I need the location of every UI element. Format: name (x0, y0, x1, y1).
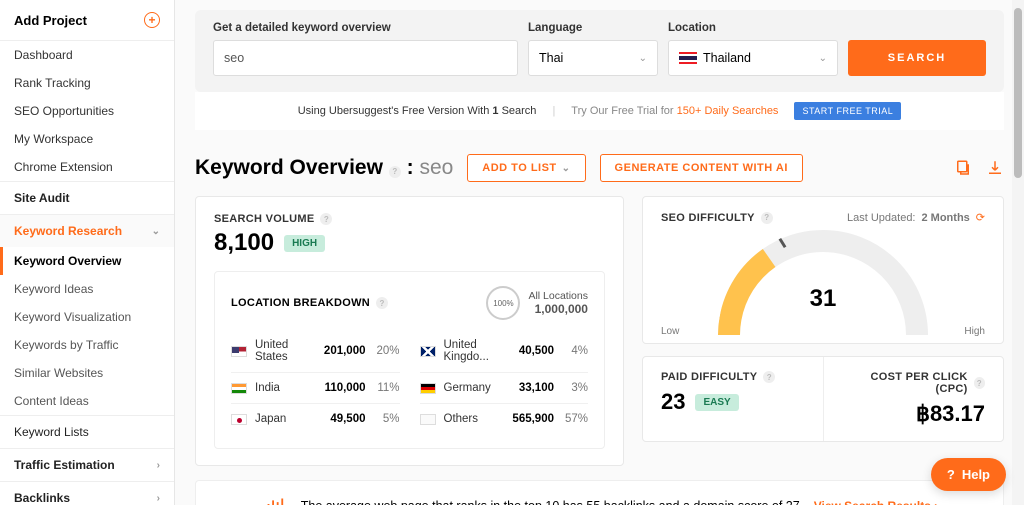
scrollbar[interactable] (1012, 0, 1024, 505)
sidebar-sub-keywords-by-traffic[interactable]: Keywords by Traffic (0, 331, 174, 359)
chevron-down-icon: ⌄ (152, 226, 160, 237)
help-button[interactable]: ? Help (931, 458, 1006, 491)
info-icon[interactable]: ? (389, 166, 401, 178)
backlinks-banner: The average web page that ranks in the t… (195, 480, 1004, 505)
flag-icon (231, 346, 247, 357)
flag-icon (231, 414, 247, 425)
all-locations: All Locations 1,000,000 (528, 290, 588, 316)
location-row: United States201,00020% (231, 330, 400, 373)
sidebar-section-traffic-estimation[interactable]: Traffic Estimation › (0, 448, 174, 481)
sidebar-item-rank-tracking[interactable]: Rank Tracking (0, 69, 174, 97)
sidebar-item-seo-opportunities[interactable]: SEO Opportunities (0, 97, 174, 125)
scroll-thumb[interactable] (1014, 8, 1022, 178)
title-row: Keyword Overview ? : seo ADD TO LIST⌄ GE… (195, 154, 1004, 182)
info-icon[interactable]: ? (376, 297, 388, 309)
search-volume-value: 8,100HIGH (214, 229, 605, 257)
promo-text: Using Ubersuggest's Free Version With 1 … (298, 105, 537, 117)
add-project-row[interactable]: Add Project + (0, 0, 174, 41)
sidebar-sub-keyword-visualization[interactable]: Keyword Visualization (0, 303, 174, 331)
paid-difficulty-label: PAID DIFFICULTY? (661, 371, 805, 383)
keyword-input-label: Get a detailed keyword overview (213, 22, 518, 34)
percent-circle: 100% (486, 286, 520, 320)
language-label: Language (528, 22, 658, 34)
info-icon[interactable]: ? (974, 377, 985, 389)
chevron-right-icon: › (157, 460, 160, 471)
help-icon: ? (947, 467, 955, 482)
generate-content-ai-button[interactable]: GENERATE CONTENT WITH AI (600, 154, 803, 182)
keyword-input[interactable]: seo (213, 40, 518, 76)
add-project-label: Add Project (14, 13, 87, 28)
download-icon[interactable] (986, 159, 1004, 177)
paid-badge: EASY (695, 394, 738, 411)
chevron-down-icon: ⌄ (639, 53, 647, 64)
refresh-icon[interactable]: ⟳ (976, 211, 985, 224)
sidebar-sub-keyword-overview[interactable]: Keyword Overview (0, 247, 174, 275)
flag-icon (420, 414, 436, 425)
sidebar: Add Project + Dashboard Rank Tracking SE… (0, 0, 175, 505)
seo-gauge: 31 (718, 230, 928, 335)
info-icon[interactable]: ? (763, 371, 775, 383)
cpc-value: ฿83.17 (842, 401, 986, 427)
location-breakdown-box: LOCATION BREAKDOWN? 100% All Locations 1… (214, 271, 605, 449)
sidebar-sub-similar-websites[interactable]: Similar Websites (0, 359, 174, 387)
flag-icon (420, 346, 436, 357)
location-label: Location (668, 22, 838, 34)
info-icon[interactable]: ? (761, 212, 773, 224)
chevron-down-icon: ⌄ (562, 163, 571, 174)
copy-icon[interactable] (954, 159, 972, 177)
location-row: Japan49,5005% (231, 404, 400, 434)
sidebar-item-keyword-lists[interactable]: Keyword Lists (0, 415, 174, 448)
seo-difficulty-card: SEO DIFFICULTY? Last Updated: 2 Months⟳ … (642, 196, 1004, 344)
sidebar-sub-keyword-ideas[interactable]: Keyword Ideas (0, 275, 174, 303)
banner-text: The average web page that ranks in the t… (301, 499, 800, 505)
cpc-label: COST PER CLICK (CPC)? (842, 371, 986, 395)
view-search-results-link[interactable]: View Search Results › (814, 499, 939, 505)
search-volume-label: SEARCH VOLUME? (214, 213, 605, 225)
seo-difficulty-label: SEO DIFFICULTY? (661, 212, 773, 224)
main-content: Get a detailed keyword overview Language… (175, 0, 1024, 505)
start-free-trial-button[interactable]: START FREE TRIAL (794, 102, 901, 120)
flag-icon (420, 383, 436, 394)
volume-badge: HIGH (284, 235, 325, 252)
language-select[interactable]: Thai ⌄ (528, 40, 658, 76)
add-icon[interactable]: + (144, 12, 160, 28)
search-volume-card: SEARCH VOLUME? 8,100HIGH LOCATION BREAKD… (195, 196, 624, 466)
paid-cpc-card: PAID DIFFICULTY? 23EASY COST PER CLICK (… (642, 356, 1004, 442)
location-row: Others565,90057% (420, 404, 589, 434)
promo-bar: Using Ubersuggest's Free Version With 1 … (195, 92, 1004, 130)
chevron-down-icon: ⌄ (819, 53, 827, 64)
sidebar-section-backlinks[interactable]: Backlinks › (0, 481, 174, 505)
add-to-list-button[interactable]: ADD TO LIST⌄ (467, 154, 585, 182)
chevron-right-icon: › (157, 493, 160, 504)
page-title: Keyword Overview ? : seo (195, 156, 453, 180)
location-row: Germany33,1003% (420, 373, 589, 404)
search-panel: Get a detailed keyword overview Language… (195, 10, 1004, 92)
seo-difficulty-value: 31 (810, 285, 837, 313)
search-button[interactable]: SEARCH (848, 40, 986, 76)
location-row: United Kingdo...40,5004% (420, 330, 589, 373)
paid-difficulty-value: 23EASY (661, 389, 805, 415)
promo-trial-text: Try Our Free Trial for 150+ Daily Search… (571, 105, 778, 117)
sidebar-sub-content-ideas[interactable]: Content Ideas (0, 387, 174, 415)
sidebar-item-chrome-extension[interactable]: Chrome Extension (0, 153, 174, 181)
flag-icon (231, 383, 247, 394)
sidebar-item-dashboard[interactable]: Dashboard (0, 41, 174, 69)
sidebar-item-my-workspace[interactable]: My Workspace (0, 125, 174, 153)
location-breakdown-title: LOCATION BREAKDOWN? (231, 297, 388, 309)
location-row: India110,00011% (231, 373, 400, 404)
chart-icon (261, 493, 287, 505)
sidebar-section-site-audit[interactable]: Site Audit (0, 181, 174, 214)
last-updated: Last Updated: 2 Months⟳ (847, 211, 985, 224)
thailand-flag-icon (679, 52, 697, 64)
location-select[interactable]: Thailand ⌄ (668, 40, 838, 76)
info-icon[interactable]: ? (320, 213, 332, 225)
sidebar-section-keyword-research[interactable]: Keyword Research ⌄ (0, 214, 174, 247)
